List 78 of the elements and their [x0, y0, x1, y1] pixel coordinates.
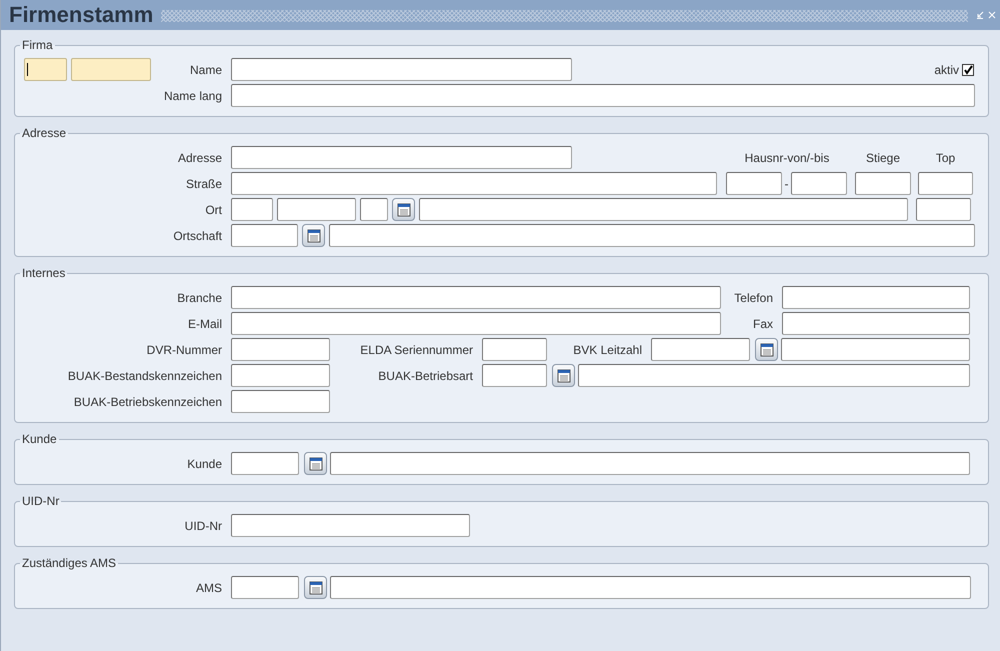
input-field[interactable]: [231, 390, 330, 413]
field-label: BUAK-Betriebskennzeichen: [72, 394, 223, 408]
notepad-icon: [308, 456, 322, 470]
notepad-icon: [760, 342, 774, 356]
input-field[interactable]: [231, 364, 330, 387]
field-label: Name: [188, 62, 223, 76]
input-field[interactable]: [231, 84, 975, 107]
input-field[interactable]: [726, 172, 782, 195]
field-label: Name lang: [162, 88, 223, 102]
column-header: Stiege: [864, 150, 902, 164]
list-button[interactable]: [304, 452, 327, 475]
section-title: Internes: [21, 266, 66, 280]
input-field[interactable]: [231, 146, 572, 169]
input-field[interactable]: [231, 198, 273, 221]
input-field[interactable]: [231, 576, 299, 599]
input-field[interactable]: [231, 514, 470, 537]
section-title: Adresse: [21, 126, 68, 140]
checkbox-label: aktiv: [934, 62, 959, 76]
input-field[interactable]: [231, 312, 721, 335]
input-field[interactable]: [360, 198, 388, 221]
field-label: Adresse: [176, 150, 223, 164]
input-field[interactable]: [782, 312, 970, 335]
input-field[interactable]: [330, 576, 971, 599]
list-button[interactable]: [552, 364, 575, 387]
input-field[interactable]: [791, 172, 847, 195]
input-field[interactable]: [71, 58, 151, 81]
input-field[interactable]: [231, 286, 721, 309]
field-label: UID-Nr: [184, 518, 223, 532]
input-field[interactable]: [916, 198, 971, 221]
section-title: UID-Nr: [21, 494, 60, 508]
list-button[interactable]: [304, 576, 327, 599]
notepad-icon: [308, 580, 322, 594]
notepad-icon: [396, 202, 410, 216]
notepad-icon: [556, 368, 570, 382]
field-label: Kunde: [186, 456, 223, 470]
input-field[interactable]: [231, 58, 572, 81]
section-title: Kunde: [21, 432, 58, 446]
field-label: BUAK-Betriebsart: [377, 368, 474, 382]
list-button[interactable]: [755, 338, 778, 361]
field-label: Telefon: [733, 290, 774, 304]
column-header: Top: [934, 150, 956, 164]
field-label: BVK Leitzahl: [572, 342, 643, 356]
range-separator: -: [784, 176, 790, 190]
field-label: Branche: [176, 290, 223, 304]
field-label: Fax: [752, 316, 774, 330]
notepad-icon: [306, 228, 320, 242]
input-field[interactable]: [855, 172, 911, 195]
column-header: Hausnr-von/-bis: [744, 150, 830, 164]
input-field[interactable]: [482, 338, 547, 361]
input-field[interactable]: [918, 172, 973, 195]
input-field[interactable]: [277, 198, 356, 221]
input-field[interactable]: [231, 224, 298, 247]
window-title: Firmenstamm: [9, 1, 154, 29]
input-field[interactable]: [231, 338, 330, 361]
input-field[interactable]: [231, 452, 299, 475]
checkbox[interactable]: [962, 64, 974, 76]
section-title: Firma: [21, 38, 54, 52]
field-label: ELDA Seriennummer: [359, 342, 474, 356]
input-field[interactable]: [329, 224, 975, 247]
field-label: Ortschaft: [172, 228, 223, 242]
input-field[interactable]: [578, 364, 970, 387]
field-label: Straße: [184, 176, 223, 190]
field-label: Ort: [204, 202, 223, 216]
field-label: E-Mail: [186, 316, 223, 330]
input-field[interactable]: [419, 198, 908, 221]
field-label: AMS: [194, 580, 223, 594]
field-label: DVR-Nummer: [146, 342, 223, 356]
section-title: Zuständiges AMS: [21, 556, 118, 570]
input-field[interactable]: [782, 286, 970, 309]
list-button[interactable]: [302, 224, 325, 247]
input-field[interactable]: [651, 338, 750, 361]
input-field[interactable]: [24, 58, 67, 81]
list-button[interactable]: [392, 198, 415, 221]
input-field[interactable]: [330, 452, 970, 475]
field-label: BUAK-Bestandskennzeichen: [66, 368, 223, 382]
input-field[interactable]: [482, 364, 547, 387]
input-field[interactable]: [781, 338, 970, 361]
input-field[interactable]: [231, 172, 717, 195]
